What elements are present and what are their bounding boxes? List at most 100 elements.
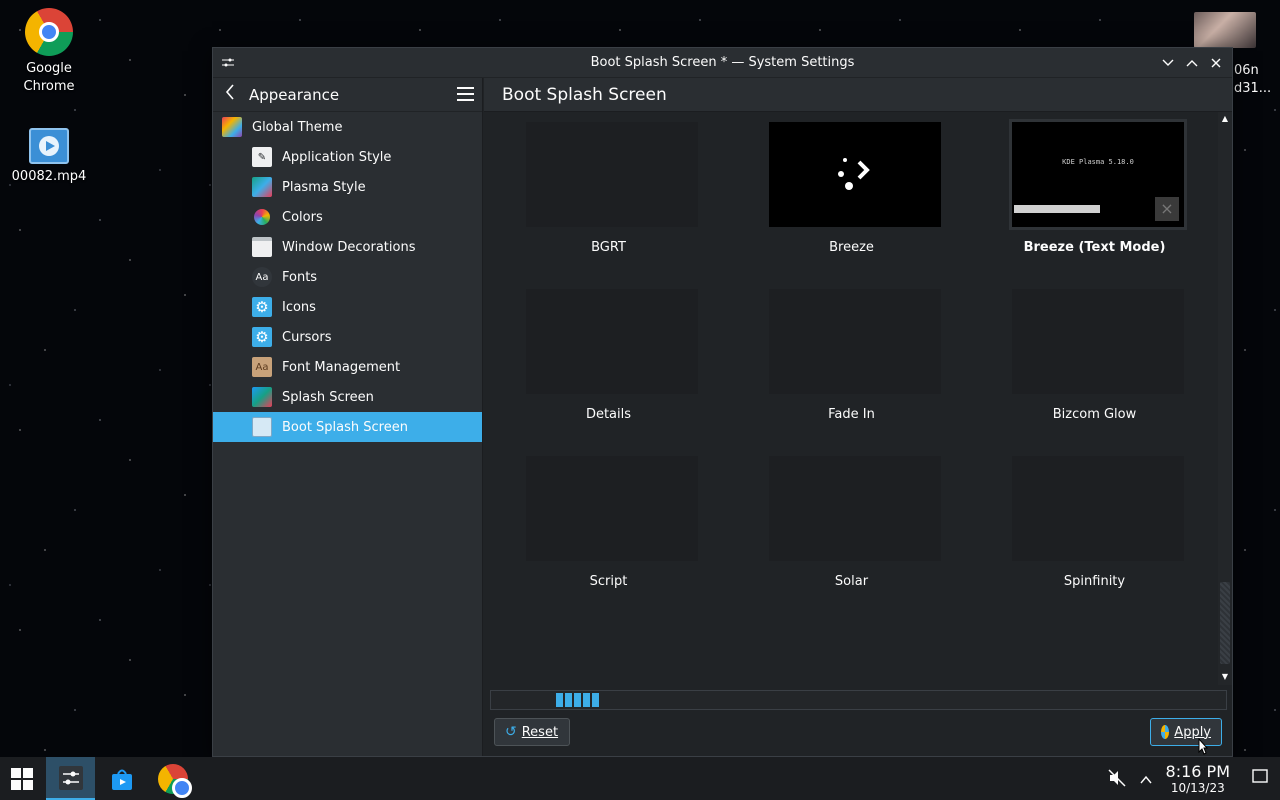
sidebar-item-label: Boot Splash Screen bbox=[282, 419, 408, 435]
hamburger-menu-icon[interactable] bbox=[457, 87, 474, 103]
theme-grid: BGRT Breeze KDE Plasma 5.18.0 × Breeze (… bbox=[484, 112, 1218, 685]
theme-tile-solar[interactable]: Solar bbox=[730, 446, 973, 613]
sidebar-header: Appearance bbox=[213, 78, 482, 112]
theme-grid-scrollbar[interactable]: ▲ ▼ bbox=[1218, 112, 1232, 685]
theme-tile-details[interactable]: Details bbox=[487, 279, 730, 446]
window-menu-icon[interactable] bbox=[221, 56, 235, 70]
colors-icon bbox=[254, 209, 270, 225]
theme-tile-bgrt[interactable]: BGRT bbox=[487, 112, 730, 279]
close-icon bbox=[1211, 58, 1221, 68]
theme-tile-breeze[interactable]: Breeze bbox=[730, 112, 973, 279]
taskbar-system-settings[interactable] bbox=[46, 757, 95, 800]
scroll-up-icon[interactable]: ▲ bbox=[1220, 114, 1230, 124]
sidebar-item-label: Colors bbox=[282, 209, 323, 225]
sidebar-item-cursors[interactable]: ⚙ Cursors bbox=[213, 322, 482, 352]
busy-indicator bbox=[556, 693, 599, 707]
sidebar-item-splash-screen[interactable]: Splash Screen bbox=[213, 382, 482, 412]
theme-name: Bizcom Glow bbox=[1052, 407, 1137, 422]
chrome-icon bbox=[25, 8, 73, 56]
desktop-icon-label-line1: Google bbox=[26, 61, 72, 76]
plasma-style-icon bbox=[252, 177, 272, 197]
sidebar-item-label: Fonts bbox=[282, 269, 318, 285]
shopping-bag-icon bbox=[112, 769, 132, 790]
theme-preview bbox=[769, 456, 941, 561]
taskbar-discover-store[interactable] bbox=[99, 757, 145, 800]
theme-tile-fade-in[interactable]: Fade In bbox=[730, 279, 973, 446]
sidebar-item-label: Font Management bbox=[282, 359, 401, 375]
preview-progress-bar bbox=[1014, 205, 1100, 213]
theme-preview bbox=[526, 289, 698, 394]
fonts-icon: Aa bbox=[252, 267, 272, 287]
desktop-partial-label: 06n d31... bbox=[1234, 62, 1271, 98]
theme-tile-bizcom-glow[interactable]: Bizcom Glow bbox=[973, 279, 1216, 446]
partial-label-line2: d31... bbox=[1234, 81, 1272, 96]
cursors-gear-icon: ⚙ bbox=[252, 327, 272, 347]
theme-name: Fade In bbox=[828, 407, 875, 422]
undo-icon: ↺ bbox=[505, 724, 517, 740]
sidebar-item-fonts[interactable]: Aa Fonts bbox=[213, 262, 482, 292]
breeze-spinner-icon bbox=[838, 158, 870, 190]
sidebar-item-plasma-style[interactable]: Plasma Style bbox=[213, 172, 482, 202]
reset-button[interactable]: ↺ Reset bbox=[494, 718, 570, 746]
start-menu-button[interactable] bbox=[0, 757, 44, 800]
global-theme-icon bbox=[222, 117, 242, 137]
theme-name: Details bbox=[585, 407, 632, 422]
chrome-icon bbox=[158, 763, 192, 798]
minimize-button[interactable] bbox=[1158, 53, 1178, 73]
theme-name: Spinfinity bbox=[1063, 574, 1126, 589]
preview-version-text: KDE Plasma 5.18.0 bbox=[1062, 158, 1134, 166]
settings-content: Boot Splash Screen BGRT Breeze KDE Plasm… bbox=[484, 78, 1232, 756]
taskbar-clock[interactable]: 8:16 PM 10/13/23 bbox=[1166, 763, 1230, 796]
theme-name: Solar bbox=[834, 574, 869, 589]
boot-splash-icon bbox=[252, 417, 272, 437]
back-button[interactable] bbox=[225, 84, 247, 105]
scroll-down-icon[interactable]: ▼ bbox=[1220, 672, 1230, 682]
sidebar-item-boot-splash-screen[interactable]: Boot Splash Screen bbox=[213, 412, 482, 442]
theme-name: Breeze bbox=[829, 240, 874, 255]
application-style-icon: ✎ bbox=[252, 147, 272, 167]
close-button[interactable] bbox=[1206, 53, 1226, 73]
splash-screen-icon bbox=[252, 387, 272, 407]
desktop-image-thumbnail[interactable] bbox=[1194, 12, 1256, 48]
taskbar-google-chrome[interactable] bbox=[150, 757, 196, 800]
apply-button[interactable]: Apply bbox=[1150, 718, 1222, 746]
theme-preview bbox=[769, 289, 941, 394]
sidebar-item-window-decorations[interactable]: Window Decorations bbox=[213, 232, 482, 262]
theme-preview bbox=[1012, 289, 1184, 394]
windows-logo-icon bbox=[11, 767, 33, 790]
theme-tile-script[interactable]: Script bbox=[487, 446, 730, 613]
volume-muted-icon[interactable] bbox=[1108, 769, 1126, 791]
window-titlebar[interactable]: Boot Splash Screen * — System Settings bbox=[213, 48, 1232, 78]
theme-preview bbox=[526, 456, 698, 561]
sidebar-item-global-theme[interactable]: Global Theme bbox=[213, 112, 482, 142]
theme-preview bbox=[1012, 456, 1184, 561]
maximize-button[interactable] bbox=[1182, 53, 1202, 73]
window-controls bbox=[1158, 53, 1226, 73]
sidebar-item-label: Icons bbox=[282, 299, 316, 315]
sidebar-item-label: Cursors bbox=[282, 329, 332, 345]
desktop-icon-video-file[interactable]: 00082.mp4 bbox=[4, 128, 94, 186]
sidebar-category-title: Appearance bbox=[249, 85, 340, 104]
desktop-icon-google-chrome[interactable]: Google Chrome bbox=[4, 8, 94, 96]
shield-icon bbox=[1161, 725, 1170, 739]
system-settings-window: Boot Splash Screen * — System Settings A… bbox=[212, 47, 1233, 757]
sidebar-item-application-style[interactable]: ✎ Application Style bbox=[213, 142, 482, 172]
chevron-down-icon bbox=[1162, 59, 1174, 66]
sidebar-item-colors[interactable]: Colors bbox=[213, 202, 482, 232]
settings-sidebar: Appearance Global Theme ✎ Application St… bbox=[213, 78, 483, 756]
chevron-up-icon bbox=[1186, 60, 1198, 67]
theme-name: Script bbox=[589, 574, 628, 589]
show-desktop-icon[interactable] bbox=[1252, 769, 1268, 789]
sidebar-item-icons[interactable]: ⚙ Icons bbox=[213, 292, 482, 322]
theme-tile-spinfinity[interactable]: Spinfinity bbox=[973, 446, 1216, 613]
sidebar-item-label: Global Theme bbox=[252, 119, 343, 135]
clock-date: 10/13/23 bbox=[1170, 781, 1225, 795]
sidebar-item-font-management[interactable]: Aa Font Management bbox=[213, 352, 482, 382]
page-title: Boot Splash Screen bbox=[484, 78, 1232, 112]
scrollbar-thumb[interactable] bbox=[1220, 582, 1230, 664]
tray-expand-chevron-up-icon[interactable] bbox=[1140, 771, 1152, 789]
theme-preview: KDE Plasma 5.18.0 × bbox=[1009, 119, 1187, 230]
theme-tile-breeze-text-mode[interactable]: KDE Plasma 5.18.0 × Breeze (Text Mode) bbox=[973, 112, 1216, 279]
theme-preview bbox=[769, 122, 941, 227]
window-title: Boot Splash Screen * — System Settings bbox=[590, 55, 855, 70]
